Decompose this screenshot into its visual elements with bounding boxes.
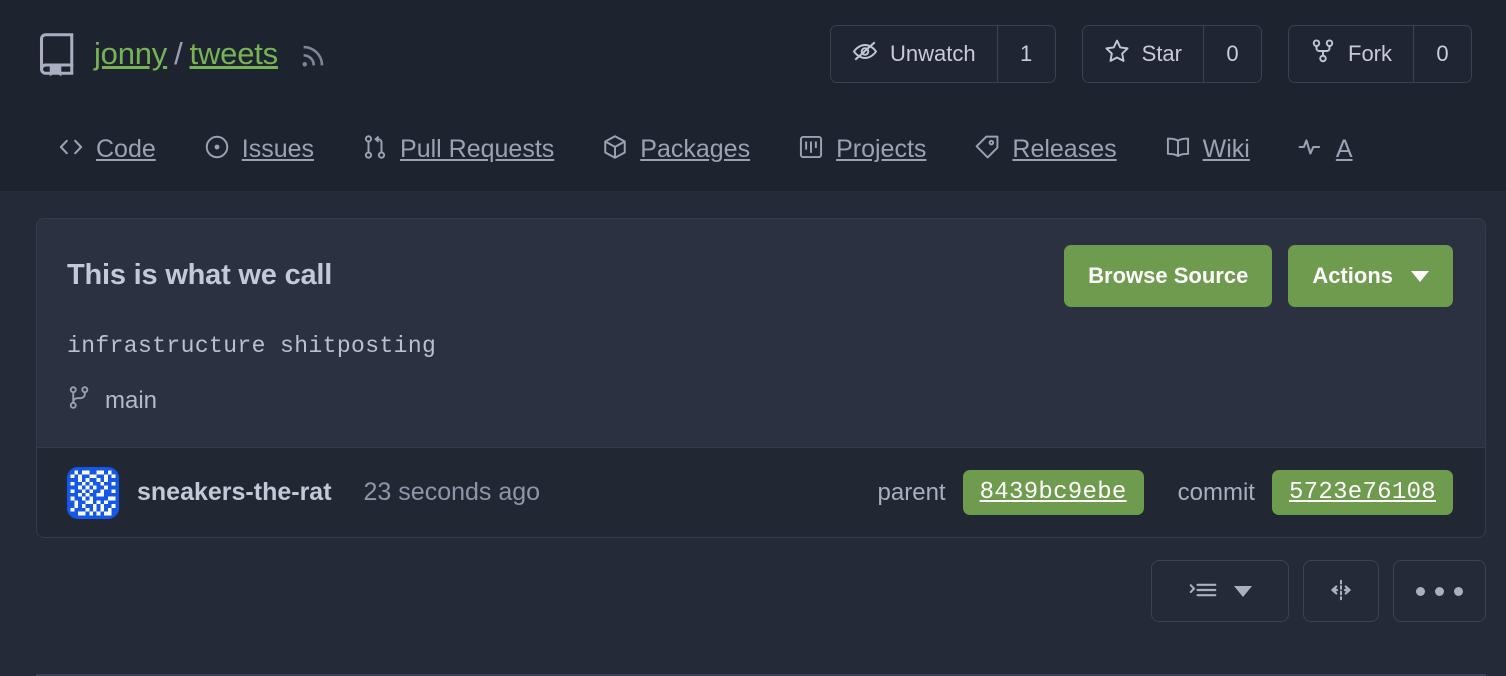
project-icon bbox=[798, 134, 824, 165]
repository-page: jonny / tweets Unwatch 1 Star 0 Fork 0 C… bbox=[0, 0, 1506, 676]
star-button-group[interactable]: Star 0 bbox=[1081, 25, 1262, 83]
commit-message: infrastructure shitposting bbox=[67, 333, 437, 359]
branch-row[interactable]: main bbox=[67, 385, 1453, 417]
commit-head-row: This is what we call Browse Source Actio… bbox=[67, 245, 1453, 307]
repo-header: jonny / tweets Unwatch 1 Star 0 Fork 0 bbox=[0, 0, 1506, 108]
commit-hash-link[interactable]: 5723e76108 bbox=[1271, 470, 1453, 515]
nav-label-activity: A bbox=[1335, 135, 1353, 163]
nav-label-pull-requests: Pull Requests bbox=[400, 135, 555, 163]
watch-button-group[interactable]: Unwatch 1 bbox=[830, 25, 1056, 83]
repo-path-separator: / bbox=[174, 36, 183, 71]
star-button[interactable]: Star bbox=[1082, 26, 1203, 82]
fork-label: Fork bbox=[1348, 41, 1392, 66]
repo-name-link[interactable]: tweets bbox=[190, 36, 279, 72]
repo-nav: Code Issues Pull Requests Packages Proje… bbox=[0, 108, 1506, 192]
commit-card: This is what we call Browse Source Actio… bbox=[36, 218, 1486, 538]
nav-label-projects: Projects bbox=[836, 135, 927, 163]
parent-hash-group: parent 8439bc9ebe bbox=[878, 470, 1144, 515]
package-icon bbox=[602, 134, 628, 165]
nav-item-pull-requests[interactable]: Pull Requests bbox=[362, 134, 554, 165]
chevron-down-icon bbox=[1411, 270, 1429, 282]
diff-options-button[interactable] bbox=[1151, 560, 1289, 622]
eye-closed-icon bbox=[852, 38, 878, 70]
repo-breadcrumb: jonny / tweets bbox=[94, 36, 278, 72]
kebab-horizontal-icon bbox=[1416, 586, 1463, 596]
commit-hash-group: commit 5723e76108 bbox=[1178, 470, 1453, 515]
parent-hash-link[interactable]: 8439bc9ebe bbox=[962, 470, 1144, 515]
tag-icon bbox=[974, 134, 1000, 165]
diff-options-chevron-icon bbox=[1234, 585, 1252, 597]
identicon-avatar bbox=[67, 466, 119, 519]
nav-item-wiki[interactable]: Wiki bbox=[1165, 134, 1250, 165]
star-label: Star bbox=[1141, 41, 1182, 66]
nav-label-wiki: Wiki bbox=[1202, 135, 1250, 163]
fork-button[interactable]: Fork bbox=[1289, 26, 1413, 82]
star-count[interactable]: 0 bbox=[1203, 26, 1261, 82]
git-pull-request-icon bbox=[362, 134, 388, 165]
diff-options-icon bbox=[1188, 577, 1218, 606]
nav-item-code[interactable]: Code bbox=[58, 134, 156, 165]
nav-item-issues[interactable]: Issues bbox=[204, 134, 314, 165]
nav-label-packages: Packages bbox=[640, 135, 751, 163]
nav-label-issues: Issues bbox=[241, 135, 315, 163]
page-body: This is what we call Browse Source Actio… bbox=[0, 192, 1506, 676]
commit-timestamp: 23 seconds ago bbox=[363, 478, 541, 506]
commit-author[interactable]: sneakers-the-rat 23 seconds ago bbox=[67, 466, 541, 519]
nav-item-packages[interactable]: Packages bbox=[602, 134, 750, 165]
branch-name: main bbox=[105, 387, 158, 414]
repo-title: jonny / tweets bbox=[36, 30, 328, 78]
unwatch-button[interactable]: Unwatch bbox=[831, 26, 997, 82]
actions-label: Actions bbox=[1312, 263, 1393, 288]
issue-opened-icon bbox=[204, 134, 230, 165]
commit-meta-bar: sneakers-the-rat 23 seconds ago parent 8… bbox=[37, 447, 1485, 537]
split-view-button[interactable] bbox=[1303, 560, 1379, 622]
star-icon bbox=[1104, 38, 1130, 70]
pulse-icon bbox=[1298, 134, 1324, 165]
diff-toolbar bbox=[36, 560, 1486, 622]
actions-dropdown-button[interactable]: Actions bbox=[1288, 245, 1453, 307]
commit-card-header: This is what we call Browse Source Actio… bbox=[37, 219, 1485, 447]
browse-source-label: Browse Source bbox=[1088, 263, 1249, 288]
commit-title: This is what we call bbox=[67, 259, 333, 291]
nav-label-code: Code bbox=[96, 135, 156, 163]
code-icon bbox=[58, 134, 84, 165]
git-branch-icon bbox=[67, 385, 92, 417]
fork-count[interactable]: 0 bbox=[1413, 26, 1471, 82]
nav-item-releases[interactable]: Releases bbox=[974, 134, 1117, 165]
repo-owner-link[interactable]: jonny bbox=[94, 36, 167, 72]
book-icon bbox=[1165, 134, 1191, 165]
parent-label: parent bbox=[877, 478, 946, 506]
commit-head-buttons: Browse Source Actions bbox=[1064, 245, 1453, 307]
fork-icon bbox=[1310, 38, 1336, 70]
more-options-button[interactable] bbox=[1393, 560, 1486, 622]
unwatch-label: Unwatch bbox=[890, 41, 976, 66]
browse-source-button[interactable]: Browse Source bbox=[1064, 245, 1273, 307]
nav-label-releases: Releases bbox=[1012, 135, 1117, 163]
fork-button-group[interactable]: Fork 0 bbox=[1288, 25, 1472, 83]
repo-actions: Unwatch 1 Star 0 Fork 0 bbox=[830, 25, 1472, 83]
split-view-icon bbox=[1326, 577, 1356, 606]
nav-item-activity[interactable]: A bbox=[1298, 134, 1353, 165]
repo-book-icon bbox=[36, 30, 80, 78]
rss-icon[interactable] bbox=[292, 37, 328, 72]
watch-count[interactable]: 1 bbox=[996, 26, 1055, 82]
author-name[interactable]: sneakers-the-rat bbox=[137, 478, 332, 507]
commit-label: commit bbox=[1177, 478, 1255, 506]
nav-item-projects[interactable]: Projects bbox=[798, 134, 926, 165]
